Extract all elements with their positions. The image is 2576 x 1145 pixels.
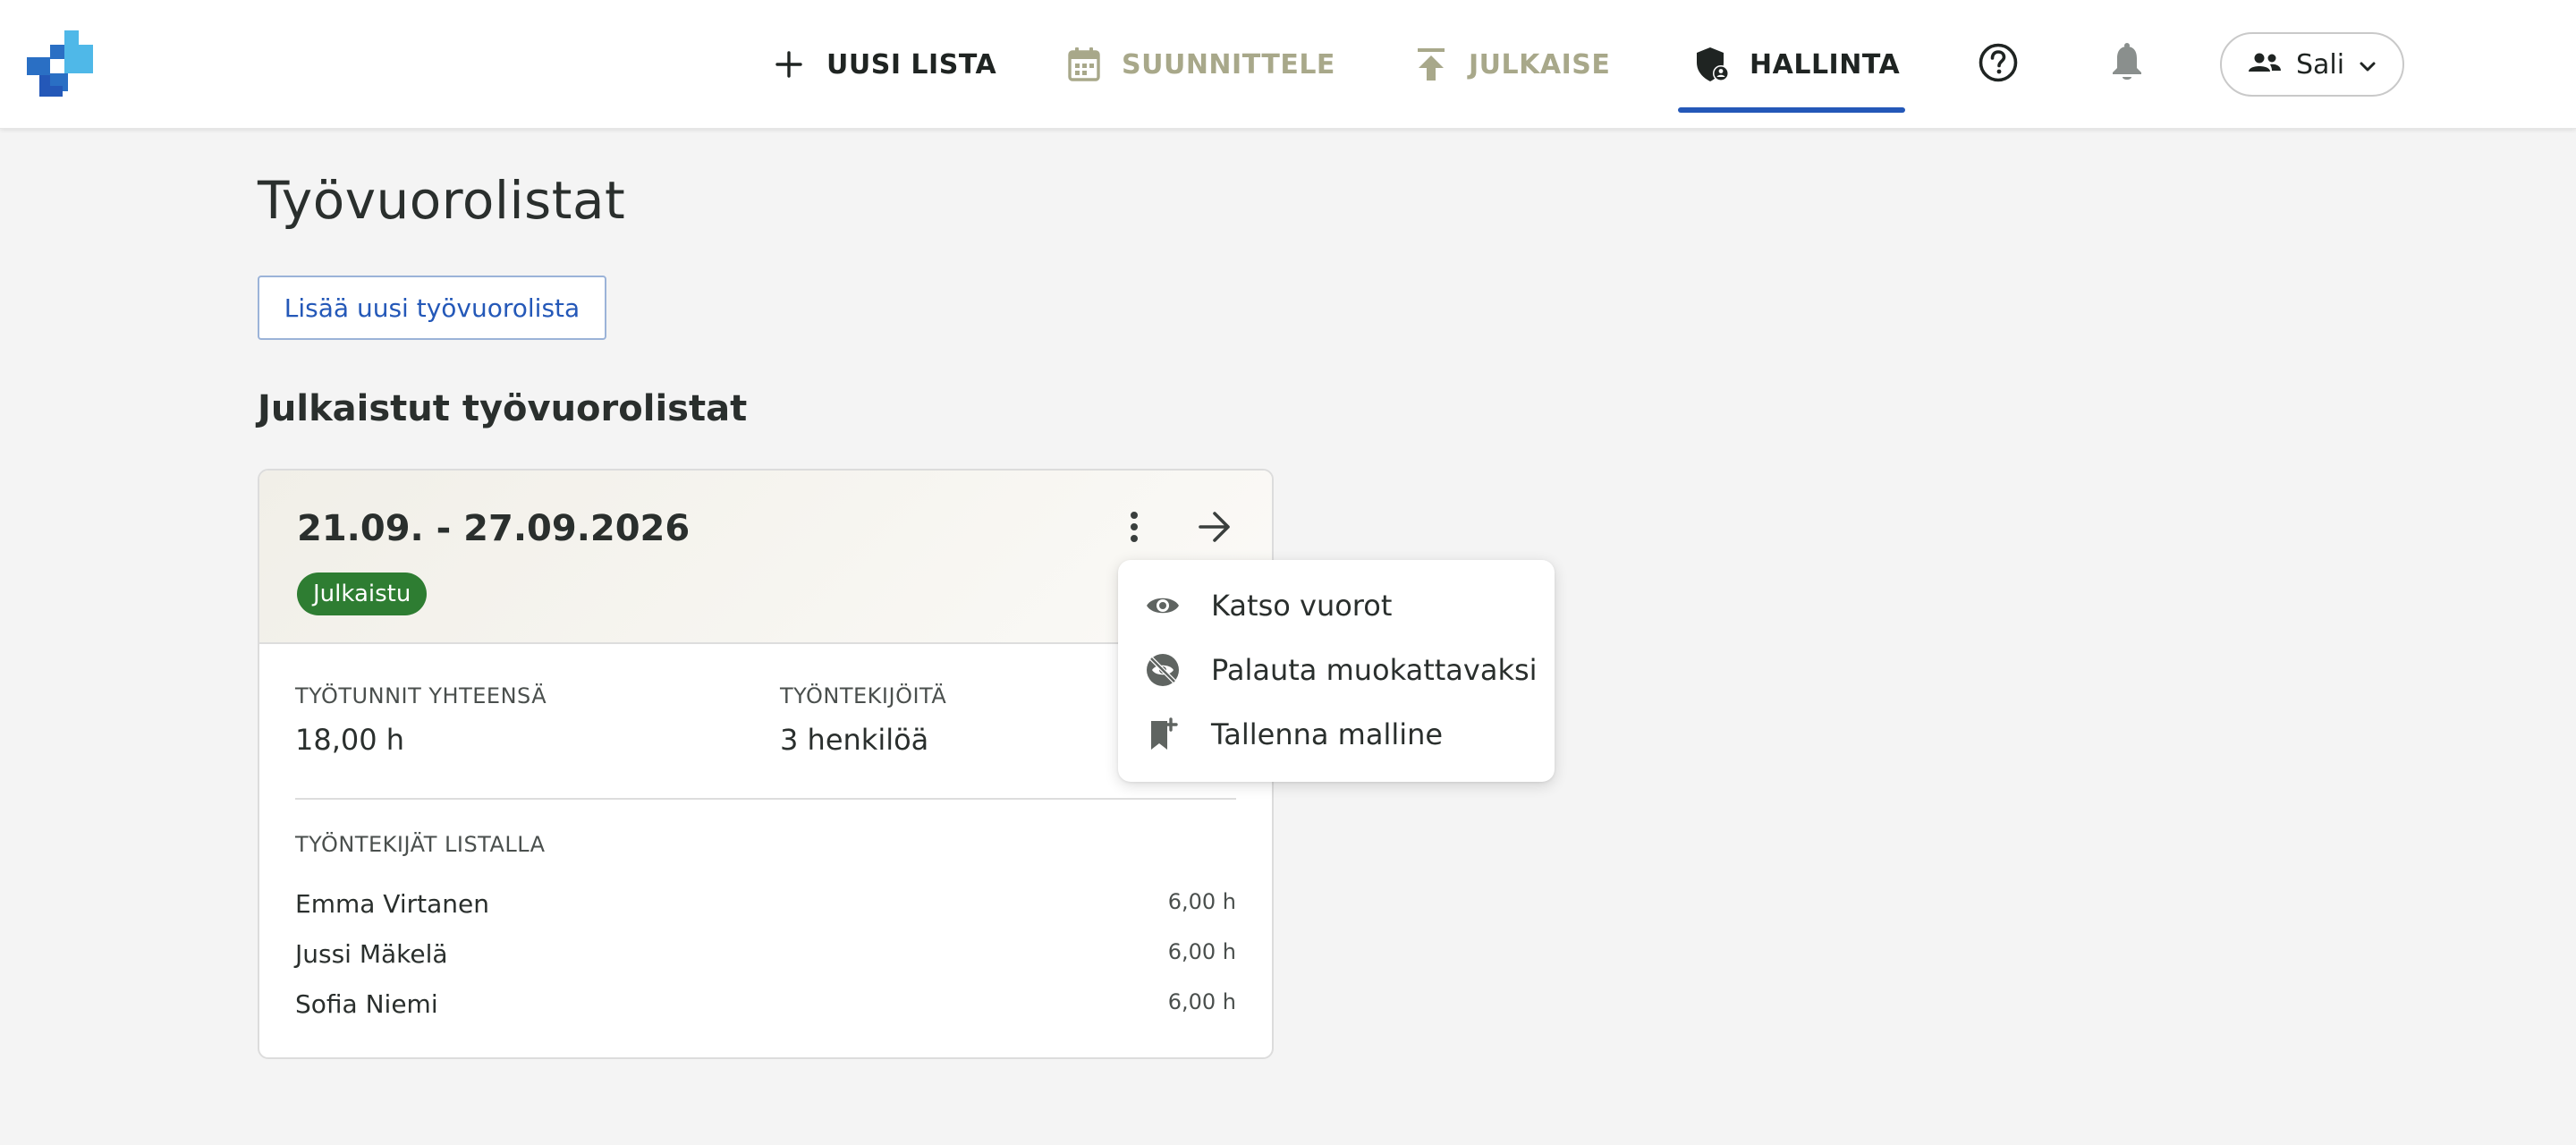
status-badge: Julkaistu — [297, 572, 428, 615]
employee-name: Emma Virtanen — [295, 889, 489, 919]
user-menu-button[interactable]: Sali — [2220, 32, 2404, 97]
employee-name: Jussi Mäkelä — [295, 939, 448, 969]
people-icon — [2248, 49, 2282, 81]
plus-icon — [771, 47, 807, 82]
menu-item-view-shifts[interactable]: Katso vuorot — [1118, 574, 1555, 637]
menu-item-label: Palauta muokattavaksi — [1211, 653, 1538, 687]
employee-count-value: 3 henkilöä — [780, 723, 929, 757]
nav-new-list[interactable]: UUSI LISTA — [771, 0, 996, 129]
employees-on-list-label: TYÖNTEKIJÄT LISTALLA — [295, 832, 546, 857]
help-button[interactable] — [1977, 43, 2020, 86]
user-name: Sali — [2295, 48, 2345, 81]
nav-admin-label: HALLINTA — [1750, 48, 1901, 81]
nav-plan[interactable]: SUUNNITTELE — [1066, 0, 1335, 129]
add-new-roster-button[interactable]: Lisää uusi työvuorolista — [258, 276, 606, 340]
roster-date-range: 21.09. - 27.09.2026 — [297, 508, 691, 549]
app-logo[interactable] — [27, 30, 95, 98]
employee-count-label: TYÖNTEKIJÖITÄ — [780, 683, 947, 708]
total-hours-value: 18,00 h — [295, 723, 405, 757]
active-tab-indicator — [1678, 107, 1905, 113]
bell-icon — [2110, 43, 2144, 86]
menu-item-save-template[interactable]: Tallenna malline — [1118, 703, 1555, 766]
shield-user-icon — [1694, 47, 1730, 82]
arrow-right-icon — [1198, 511, 1232, 547]
chevron-down-icon — [2359, 49, 2377, 81]
menu-item-return-to-editable[interactable]: Palauta muokattavaksi — [1118, 639, 1555, 701]
employee-name: Sofia Niemi — [295, 989, 438, 1019]
bookmark-add-icon — [1145, 717, 1181, 752]
card-divider — [295, 798, 1236, 800]
menu-item-label: Katso vuorot — [1211, 589, 1393, 623]
publish-icon — [1413, 47, 1449, 82]
nav-publish[interactable]: JULKAISE — [1413, 0, 1610, 129]
total-hours-label: TYÖTUNNIT YHTEENSÄ — [295, 683, 547, 708]
menu-item-label: Tallenna malline — [1211, 717, 1444, 751]
logo-icon — [27, 30, 93, 97]
notifications-button[interactable] — [2106, 43, 2148, 86]
help-circle-icon — [1978, 42, 2019, 87]
top-navigation-bar: UUSI LISTA SUUNNITTELE JULKAISE HALLINTA — [0, 0, 2576, 129]
employee-hours: 6,00 h — [1167, 939, 1236, 964]
eye-icon — [1145, 588, 1181, 623]
open-roster-button[interactable] — [1193, 506, 1236, 551]
page-title: Työvuorolistat — [258, 170, 626, 231]
calendar-icon — [1066, 47, 1102, 82]
employee-hours: 6,00 h — [1167, 889, 1236, 914]
employee-hours: 6,00 h — [1167, 989, 1236, 1014]
eye-off-icon — [1145, 652, 1181, 688]
more-vertical-icon — [1129, 511, 1140, 547]
nav-new-list-label: UUSI LISTA — [826, 48, 997, 81]
published-rosters-heading: Julkaistut työvuorolistat — [258, 388, 748, 429]
nav-plan-label: SUUNNITTELE — [1122, 48, 1335, 81]
roster-options-menu: Katso vuorot Palauta muokattavaksi Talle… — [1118, 560, 1555, 782]
nav-publish-label: JULKAISE — [1469, 48, 1611, 81]
roster-options-button[interactable] — [1116, 505, 1152, 553]
